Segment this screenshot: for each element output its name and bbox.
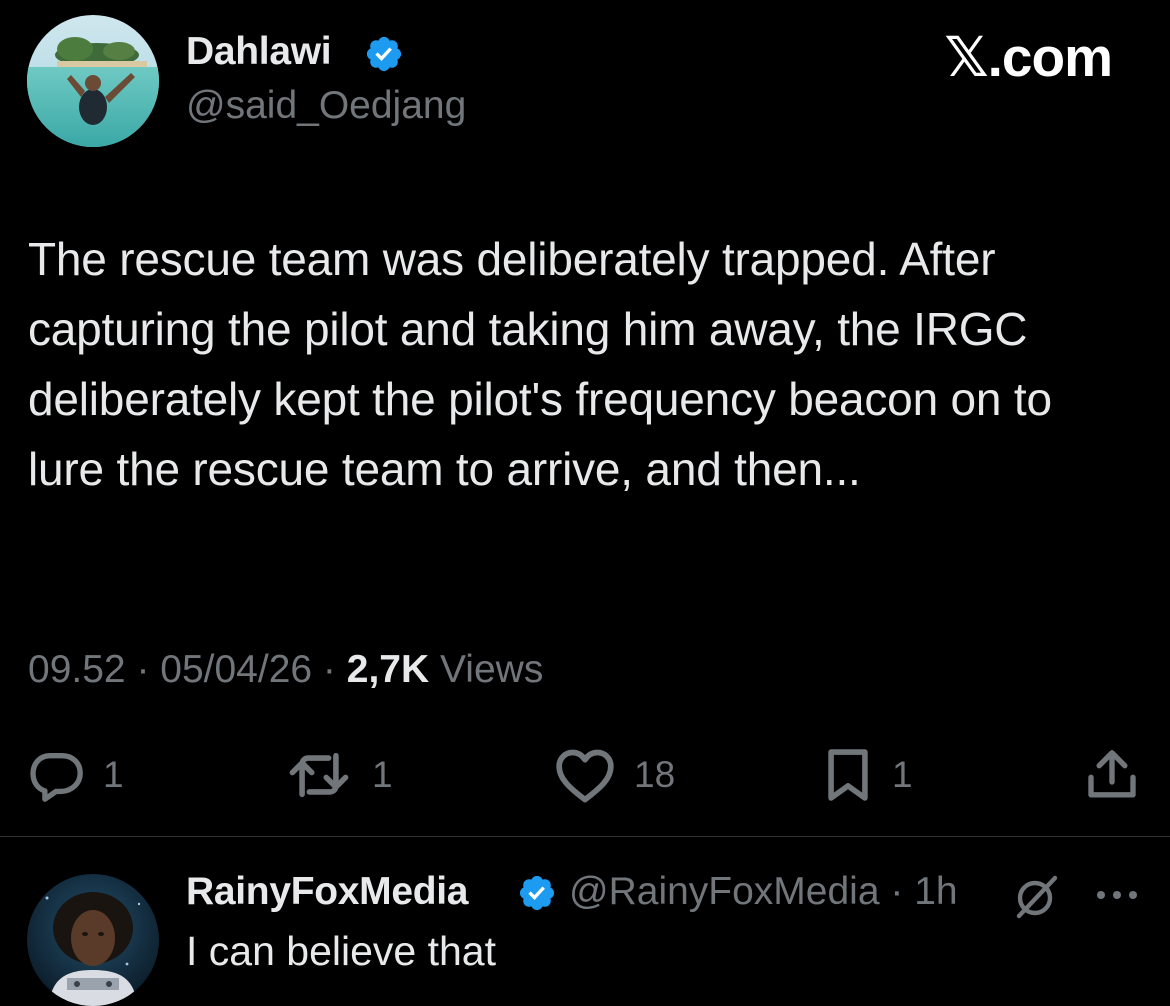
tweet-divider bbox=[0, 836, 1170, 837]
tweet-date[interactable]: 05/04/26 bbox=[160, 648, 312, 691]
x-site-mark: 𝕏.com bbox=[944, 26, 1113, 88]
bookmark-icon bbox=[828, 749, 868, 801]
author-display-name[interactable]: Dahlawi bbox=[186, 30, 332, 74]
meta-separator: · bbox=[312, 648, 347, 691]
reply-button[interactable]: 1 bbox=[27, 740, 124, 810]
bookmark-count: 1 bbox=[892, 754, 913, 795]
reply-author-avatar[interactable] bbox=[27, 874, 159, 1006]
tweet-text: The rescue team was deliberately trapped… bbox=[28, 233, 1052, 495]
share-button[interactable] bbox=[1084, 740, 1140, 810]
reply-handle-time[interactable]: @RainyFoxMedia · 1h bbox=[569, 870, 958, 914]
verified-badge-icon bbox=[519, 875, 555, 911]
verified-badge-icon bbox=[366, 36, 402, 72]
retweet-count: 1 bbox=[372, 754, 393, 795]
like-button[interactable]: 18 bbox=[554, 740, 675, 810]
reply-icon bbox=[30, 753, 83, 802]
retweet-icon bbox=[289, 752, 349, 798]
reply-header: RainyFoxMedia bbox=[186, 870, 468, 918]
meta-separator: · bbox=[125, 648, 161, 691]
author-avatar[interactable] bbox=[27, 15, 159, 147]
views-count: 2,7K bbox=[346, 648, 430, 691]
author-handle[interactable]: @said_Oedjang bbox=[186, 84, 466, 128]
action-bar: 1 1 18 1 bbox=[0, 740, 1170, 810]
tweet-time[interactable]: 09.52 bbox=[28, 648, 126, 691]
reply-author-display-name[interactable]: RainyFoxMedia bbox=[186, 870, 468, 913]
like-count: 18 bbox=[634, 754, 676, 795]
heart-icon bbox=[556, 749, 614, 803]
retweet-button[interactable]: 1 bbox=[284, 740, 393, 810]
reply-text: I can believe that bbox=[186, 928, 496, 974]
main-tweet: Dahlawi @said_Oedjang 𝕏.com The rescue t… bbox=[0, 0, 1170, 836]
bookmark-button[interactable]: 1 bbox=[822, 740, 913, 810]
share-icon bbox=[1088, 750, 1136, 798]
reply-count: 1 bbox=[103, 754, 124, 795]
more-icon[interactable] bbox=[1093, 880, 1141, 910]
grok-icon[interactable] bbox=[1013, 872, 1061, 920]
tweet-meta: 09.52 · 05/04/26 · 2,7K Views bbox=[28, 648, 543, 692]
views-label: Views bbox=[429, 648, 544, 691]
